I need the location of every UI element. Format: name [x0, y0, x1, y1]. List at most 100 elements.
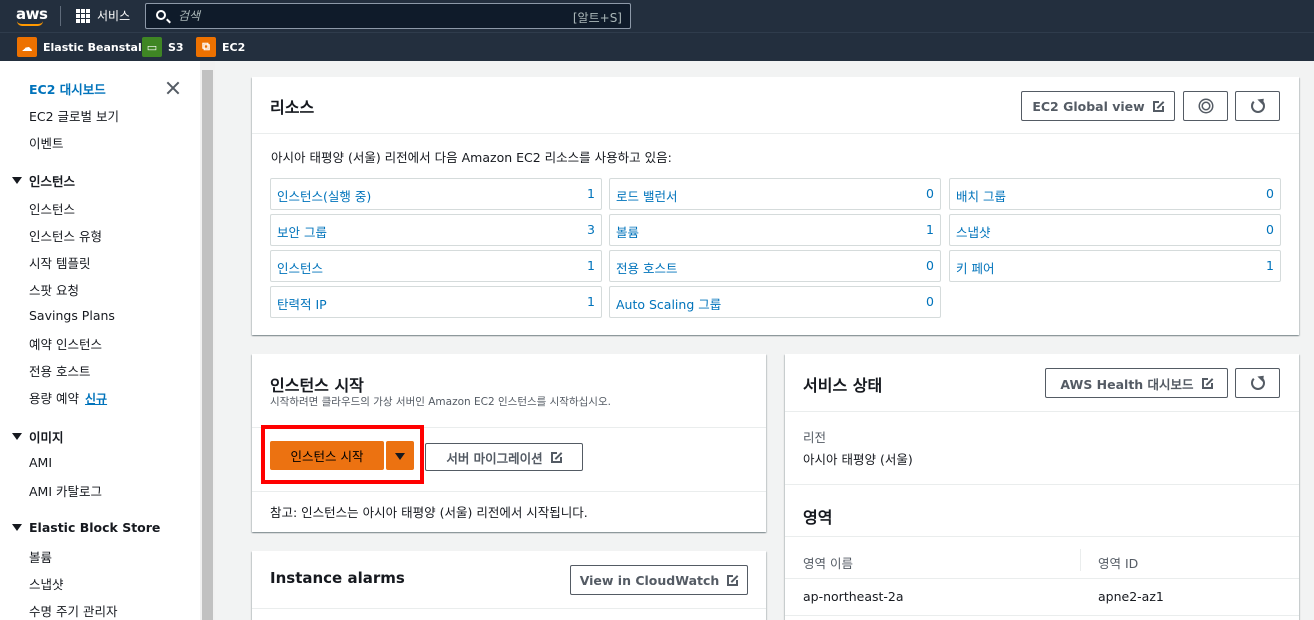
resource-key-pairs[interactable]: 키 페어 1	[949, 250, 1281, 282]
resource-count: 0	[926, 186, 934, 201]
resource-label: 인스턴스(실행 중)	[277, 189, 372, 204]
refresh-icon	[1251, 376, 1265, 390]
resource-count: 0	[1266, 186, 1274, 201]
resource-placement-groups[interactable]: 배치 그룹 0	[949, 178, 1281, 210]
zone-id-cell: apne2-az1	[1098, 589, 1164, 604]
zones-title: 영역	[803, 508, 833, 527]
resource-count: 0	[926, 258, 934, 273]
zone-name-header[interactable]: 영역 이름	[803, 553, 853, 572]
s3-bucket-icon: ▭	[142, 37, 162, 57]
aws-health-dashboard-button[interactable]: AWS Health 대시보드	[1045, 368, 1228, 398]
services-menu-button[interactable]: 서비스	[76, 7, 130, 24]
sidebar-item-ec2-dashboard[interactable]: EC2 대시보드	[29, 79, 106, 98]
zone-id-header[interactable]: 영역 ID	[1098, 553, 1138, 572]
ec2-global-view-button[interactable]: EC2 Global view	[1021, 91, 1175, 121]
resource-instances[interactable]: 인스턴스 1	[270, 250, 602, 282]
sidebar-item-capacity-reservations[interactable]: 용량 예약 신규	[29, 388, 107, 407]
launch-instance-subtitle: 시작하려면 클라우드의 가상 서버인 Amazon EC2 인스턴스를 시작하십…	[270, 396, 611, 408]
resource-auto-scaling-groups[interactable]: Auto Scaling 그룹 0	[609, 286, 941, 318]
sidebar-item-instances[interactable]: 인스턴스	[29, 199, 75, 218]
resources-title: 리소스	[270, 98, 315, 117]
resource-load-balancers[interactable]: 로드 밸런서 0	[609, 178, 941, 210]
favorite-ec2[interactable]: ⧉ EC2	[196, 37, 245, 57]
resource-count: 1	[926, 222, 934, 237]
region-label: 리전	[803, 430, 827, 445]
resource-dedicated-hosts[interactable]: 전용 호스트 0	[609, 250, 941, 282]
sidebar-item-spot-requests[interactable]: 스팟 요청	[29, 280, 79, 299]
sidebar-item-ami-catalog[interactable]: AMI 카탈로그	[29, 481, 102, 500]
sidebar-item-global-view[interactable]: EC2 글로벌 보기	[29, 106, 119, 125]
resource-label: 보안 그룹	[277, 225, 327, 240]
sidebar-item-volumes[interactable]: 볼륨	[29, 547, 52, 566]
button-label: 서버 마이그레이션	[446, 450, 543, 466]
region-value: 아시아 태평양 (서울)	[803, 452, 913, 467]
caret-down-icon	[12, 524, 22, 531]
panel-divider	[252, 491, 766, 492]
resource-running-instances[interactable]: 인스턴스(실행 중) 1	[270, 178, 602, 210]
sidebar-section-ebs[interactable]: Elastic Block Store	[12, 520, 160, 535]
panel-divider	[785, 615, 1299, 616]
aws-logo[interactable]: aws	[16, 5, 48, 26]
resource-count: 0	[1266, 222, 1274, 237]
sidebar-item-lifecycle-manager[interactable]: 수명 주기 관리자	[29, 601, 117, 620]
favorite-elastic-beanstalk[interactable]: ☁ Elastic Beanstalk	[17, 37, 149, 57]
section-title: 인스턴스	[29, 174, 76, 189]
highlight-box	[261, 425, 424, 484]
resource-count: 1	[1266, 258, 1274, 273]
sidebar-item-launch-templates[interactable]: 시작 템플릿	[29, 253, 90, 272]
resource-snapshots[interactable]: 스냅샷 0	[949, 214, 1281, 246]
sidebar-section-instances[interactable]: 인스턴스	[12, 171, 75, 190]
launch-note: 참고: 인스턴스는 아시아 태평양 (서울) 리전에서 시작됩니다.	[270, 505, 588, 520]
caret-down-icon	[12, 177, 22, 184]
refresh-resources-button[interactable]	[1235, 91, 1280, 121]
sidebar-item-events[interactable]: 이벤트	[29, 133, 64, 152]
panel-divider	[785, 411, 1299, 412]
elastic-beanstalk-icon: ☁	[17, 37, 37, 57]
ec2-icon: ⧉	[196, 37, 216, 57]
resource-count: 1	[587, 186, 595, 201]
refresh-icon	[1251, 99, 1265, 113]
resource-count: 1	[587, 294, 595, 309]
resource-count: 1	[587, 258, 595, 273]
search-input[interactable]	[178, 7, 538, 25]
gear-icon	[1201, 101, 1211, 111]
favorite-s3[interactable]: ▭ S3	[142, 37, 184, 57]
resource-label: 로드 밸런서	[616, 189, 678, 204]
nav-divider	[60, 6, 61, 26]
sidebar-item-snapshots[interactable]: 스냅샷	[29, 574, 64, 593]
sidebar-section-images[interactable]: 이미지	[12, 427, 64, 446]
close-icon[interactable]	[165, 80, 181, 96]
resource-security-groups[interactable]: 보안 그룹 3	[270, 214, 602, 246]
external-link-icon	[1152, 98, 1166, 112]
panel-divider	[785, 536, 1299, 537]
sidebar-scrollbar-thumb[interactable]	[202, 70, 213, 620]
resource-label: 전용 호스트	[616, 261, 678, 276]
service-health-title: 서비스 상태	[803, 376, 883, 395]
resource-label: 배치 그룹	[956, 189, 1006, 204]
sidebar-item-savings-plans[interactable]: Savings Plans	[29, 308, 115, 323]
refresh-health-button[interactable]	[1235, 368, 1280, 398]
sidebar-item-dedicated-hosts[interactable]: 전용 호스트	[29, 361, 90, 380]
button-label: View in CloudWatch	[579, 572, 720, 588]
search-icon	[156, 10, 166, 20]
resource-elastic-ips[interactable]: 탄력적 IP 1	[270, 286, 602, 318]
column-divider	[1080, 549, 1081, 571]
new-badge[interactable]: 신규	[85, 392, 107, 406]
sidebar-item-instance-types[interactable]: 인스턴스 유형	[29, 226, 102, 245]
top-navigation: aws 서비스 [알트+S]	[0, 0, 1314, 32]
external-link-icon	[550, 449, 564, 463]
server-migration-button[interactable]: 서버 마이그레이션	[425, 443, 583, 471]
settings-button[interactable]	[1183, 91, 1228, 121]
resource-volumes[interactable]: 볼륨 1	[609, 214, 941, 246]
favorite-label: S3	[168, 40, 184, 54]
grid-icon	[76, 8, 90, 23]
caret-down-icon	[12, 433, 22, 440]
search-box[interactable]: [알트+S]	[145, 3, 631, 29]
sidebar-item-ami[interactable]: AMI	[29, 455, 52, 470]
resource-label: 볼륨	[616, 225, 640, 240]
view-in-cloudwatch-button[interactable]: View in CloudWatch	[570, 565, 748, 595]
external-link-icon	[1201, 375, 1215, 389]
sidebar-item-reserved-instances[interactable]: 예약 인스턴스	[29, 334, 102, 353]
resource-label: 인스턴스	[277, 261, 324, 276]
button-label: AWS Health 대시보드	[1060, 376, 1194, 392]
